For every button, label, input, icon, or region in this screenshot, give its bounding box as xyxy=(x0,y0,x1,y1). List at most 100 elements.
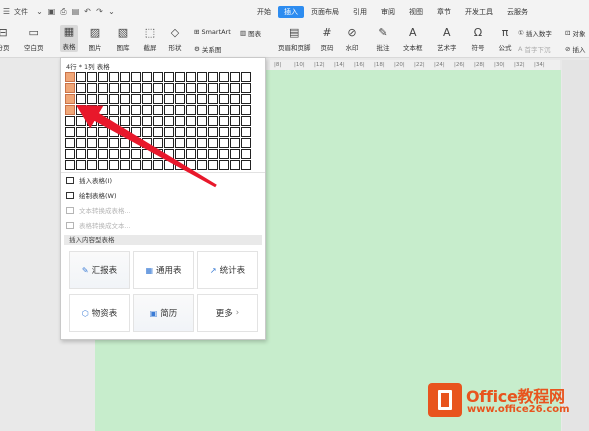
grid-cell[interactable] xyxy=(197,72,207,82)
grid-cell[interactable] xyxy=(186,116,196,126)
grid-cell[interactable] xyxy=(153,160,163,170)
grid-cell[interactable] xyxy=(230,105,240,115)
grid-cell[interactable] xyxy=(197,149,207,159)
grid-cell[interactable] xyxy=(87,116,97,126)
grid-cell[interactable] xyxy=(65,105,75,115)
insert-table-item[interactable]: 插入表格(I) xyxy=(66,175,112,185)
grid-cell[interactable] xyxy=(76,149,86,159)
grid-cell[interactable] xyxy=(76,160,86,170)
grid-cell[interactable] xyxy=(153,105,163,115)
grid-cell[interactable] xyxy=(241,94,251,104)
grid-cell[interactable] xyxy=(153,138,163,148)
file-menu[interactable]: 文件 xyxy=(14,7,28,17)
grid-cell[interactable] xyxy=(131,138,141,148)
template-report-table[interactable]: ✎ 汇报表 xyxy=(69,251,130,289)
grid-cell[interactable] xyxy=(65,149,75,159)
menu-tab[interactable]: 章节 xyxy=(430,6,458,18)
draw-table-item[interactable]: 绘制表格(W) xyxy=(66,190,117,200)
grid-cell[interactable] xyxy=(164,149,174,159)
grid-cell[interactable] xyxy=(197,127,207,137)
grid-cell[interactable] xyxy=(98,149,108,159)
grid-cell[interactable] xyxy=(76,116,86,126)
grid-cell[interactable] xyxy=(230,94,240,104)
grid-cell[interactable] xyxy=(76,72,86,82)
grid-cell[interactable] xyxy=(230,160,240,170)
grid-cell[interactable] xyxy=(164,72,174,82)
grid-cell[interactable] xyxy=(87,83,97,93)
grid-cell[interactable] xyxy=(219,160,229,170)
grid-cell[interactable] xyxy=(109,105,119,115)
grid-cell[interactable] xyxy=(208,83,218,93)
grid-cell[interactable] xyxy=(175,160,185,170)
grid-cell[interactable] xyxy=(208,72,218,82)
grid-cell[interactable] xyxy=(219,83,229,93)
grid-cell[interactable] xyxy=(153,83,163,93)
grid-cell[interactable] xyxy=(164,116,174,126)
smartart-button[interactable]: ⊞ SmartArt xyxy=(194,28,231,36)
chart-button[interactable]: ▥ 图表 xyxy=(240,28,261,38)
grid-cell[interactable] xyxy=(87,160,97,170)
grid-cell[interactable] xyxy=(131,105,141,115)
template-resume[interactable]: ▣ 简历 xyxy=(133,294,194,332)
menu-tab[interactable]: 引用 xyxy=(346,6,374,18)
grid-cell[interactable] xyxy=(208,127,218,137)
grid-cell[interactable] xyxy=(186,127,196,137)
grid-cell[interactable] xyxy=(186,94,196,104)
print-icon[interactable]: ⎙ xyxy=(59,8,68,17)
grid-cell[interactable] xyxy=(142,105,152,115)
grid-cell[interactable] xyxy=(153,116,163,126)
grid-cell[interactable] xyxy=(219,94,229,104)
vertical-scrollbar[interactable] xyxy=(562,60,589,431)
grid-cell[interactable] xyxy=(164,127,174,137)
grid-cell[interactable] xyxy=(120,72,130,82)
grid-cell[interactable] xyxy=(109,149,119,159)
grid-cell[interactable] xyxy=(131,94,141,104)
grid-cell[interactable] xyxy=(175,149,185,159)
grid-cell[interactable] xyxy=(142,127,152,137)
grid-cell[interactable] xyxy=(230,116,240,126)
grid-cell[interactable] xyxy=(109,72,119,82)
grid-cell[interactable] xyxy=(109,116,119,126)
template-general-table[interactable]: ▦ 通用表 xyxy=(133,251,194,289)
grid-cell[interactable] xyxy=(65,116,75,126)
redo-icon[interactable]: ↷ xyxy=(95,8,104,17)
symbol-button[interactable]: Ω 符号 xyxy=(471,26,485,52)
grid-cell[interactable] xyxy=(142,149,152,159)
grid-cell[interactable] xyxy=(230,127,240,137)
grid-cell[interactable] xyxy=(219,127,229,137)
grid-cell[interactable] xyxy=(65,127,75,137)
object-button[interactable]: ⊡ 对象 xyxy=(565,28,585,38)
grid-cell[interactable] xyxy=(186,72,196,82)
grid-cell[interactable] xyxy=(98,83,108,93)
grid-cell[interactable] xyxy=(120,116,130,126)
table-button[interactable]: ▦ 表格 xyxy=(60,25,78,52)
menu-tab[interactable]: 开始 xyxy=(250,6,278,18)
grid-cell[interactable] xyxy=(120,138,130,148)
grid-cell[interactable] xyxy=(164,94,174,104)
relation-diagram-button[interactable]: ⚙ 关系图 xyxy=(194,44,221,54)
grid-cell[interactable] xyxy=(98,94,108,104)
grid-cell[interactable] xyxy=(208,94,218,104)
grid-cell[interactable] xyxy=(65,160,75,170)
grid-cell[interactable] xyxy=(241,72,251,82)
grid-cell[interactable] xyxy=(230,149,240,159)
grid-cell[interactable] xyxy=(142,138,152,148)
grid-cell[interactable] xyxy=(131,160,141,170)
grid-cell[interactable] xyxy=(142,160,152,170)
grid-cell[interactable] xyxy=(87,138,97,148)
grid-cell[interactable] xyxy=(120,160,130,170)
page-break-button[interactable]: ⊟ 分页 xyxy=(0,26,10,52)
grid-cell[interactable] xyxy=(142,94,152,104)
grid-cell[interactable] xyxy=(87,127,97,137)
grid-cell[interactable] xyxy=(197,160,207,170)
grid-cell[interactable] xyxy=(186,105,196,115)
grid-cell[interactable] xyxy=(142,116,152,126)
grid-cell[interactable] xyxy=(98,138,108,148)
grid-cell[interactable] xyxy=(76,105,86,115)
gallery-button[interactable]: ▧ 图库 xyxy=(116,26,130,52)
wordart-button[interactable]: A 艺术字 xyxy=(437,26,457,52)
undo-icon[interactable]: ↶ xyxy=(83,8,92,17)
menu-tab[interactable]: 开发工具 xyxy=(458,6,500,18)
grid-cell[interactable] xyxy=(131,116,141,126)
grid-cell[interactable] xyxy=(175,127,185,137)
